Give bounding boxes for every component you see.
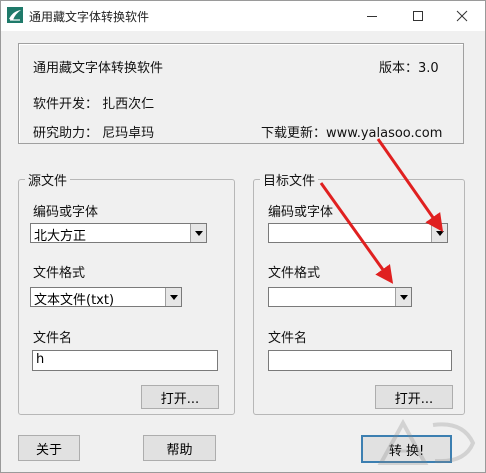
chevron-down-icon [194, 230, 203, 236]
target-group-title: 目标文件 [260, 170, 319, 189]
title-bar[interactable]: 通用藏文字体转换软件 [1, 1, 485, 31]
maximize-button[interactable] [395, 1, 441, 31]
version-text: 版本：3.0 [379, 61, 439, 76]
app-name-text: 通用藏文字体转换软件 [33, 61, 164, 76]
close-button[interactable] [439, 1, 485, 31]
watermark-logo-icon [377, 418, 476, 465]
source-format-dropdown-arrow[interactable] [165, 288, 181, 306]
update-link[interactable]: 下载更新：www.yalasoo.com [261, 122, 442, 141]
app-window: 通用藏文字体转换软件 通用藏文字体转换软件 版本：3.0 软件开发： 扎西次仁 … [0, 0, 486, 473]
source-open-button[interactable]: 打开... [141, 385, 219, 409]
chevron-down-icon [435, 230, 444, 236]
developer-text: 软件开发： 扎西次仁 [33, 97, 155, 112]
chevron-down-icon [169, 294, 178, 300]
chevron-down-icon [399, 294, 408, 300]
source-encoding-value: 北大方正 [34, 229, 87, 244]
about-button[interactable]: 关于 [18, 435, 80, 461]
target-format-select[interactable] [268, 287, 412, 307]
target-format-dropdown-arrow[interactable] [395, 288, 411, 306]
target-encoding-label: 编码或字体 [268, 205, 334, 220]
source-format-label: 文件格式 [33, 266, 86, 281]
source-group-title: 源文件 [25, 170, 71, 189]
source-format-value: 文本文件(txt) [34, 293, 115, 308]
target-format-label: 文件格式 [268, 266, 321, 281]
source-encoding-dropdown-arrow[interactable] [190, 224, 206, 242]
assistant-text: 研究助力： 尼玛卓玛 [33, 126, 155, 141]
info-panel: 通用藏文字体转换软件 版本：3.0 软件开发： 扎西次仁 研究助力： 尼玛卓玛 … [18, 43, 464, 144]
source-format-select[interactable]: 文本文件(txt) [30, 287, 182, 308]
target-filename-input[interactable] [268, 350, 452, 371]
window-title: 通用藏文字体转换软件 [29, 10, 150, 24]
target-encoding-dropdown-arrow[interactable] [431, 224, 447, 242]
source-encoding-select[interactable]: 北大方正 [30, 223, 207, 244]
source-filename-input[interactable]: h [32, 350, 218, 371]
app-logo-icon [7, 7, 23, 23]
help-button[interactable]: 帮助 [143, 435, 216, 461]
target-open-button[interactable]: 打开... [375, 385, 453, 409]
target-filename-label: 文件名 [268, 331, 308, 346]
close-icon [456, 10, 468, 22]
source-encoding-label: 编码或字体 [33, 205, 99, 220]
minimize-button[interactable] [349, 1, 395, 31]
target-encoding-select[interactable] [268, 223, 448, 243]
source-filename-label: 文件名 [33, 331, 73, 346]
maximize-icon [413, 11, 423, 21]
minimize-icon [367, 16, 377, 17]
